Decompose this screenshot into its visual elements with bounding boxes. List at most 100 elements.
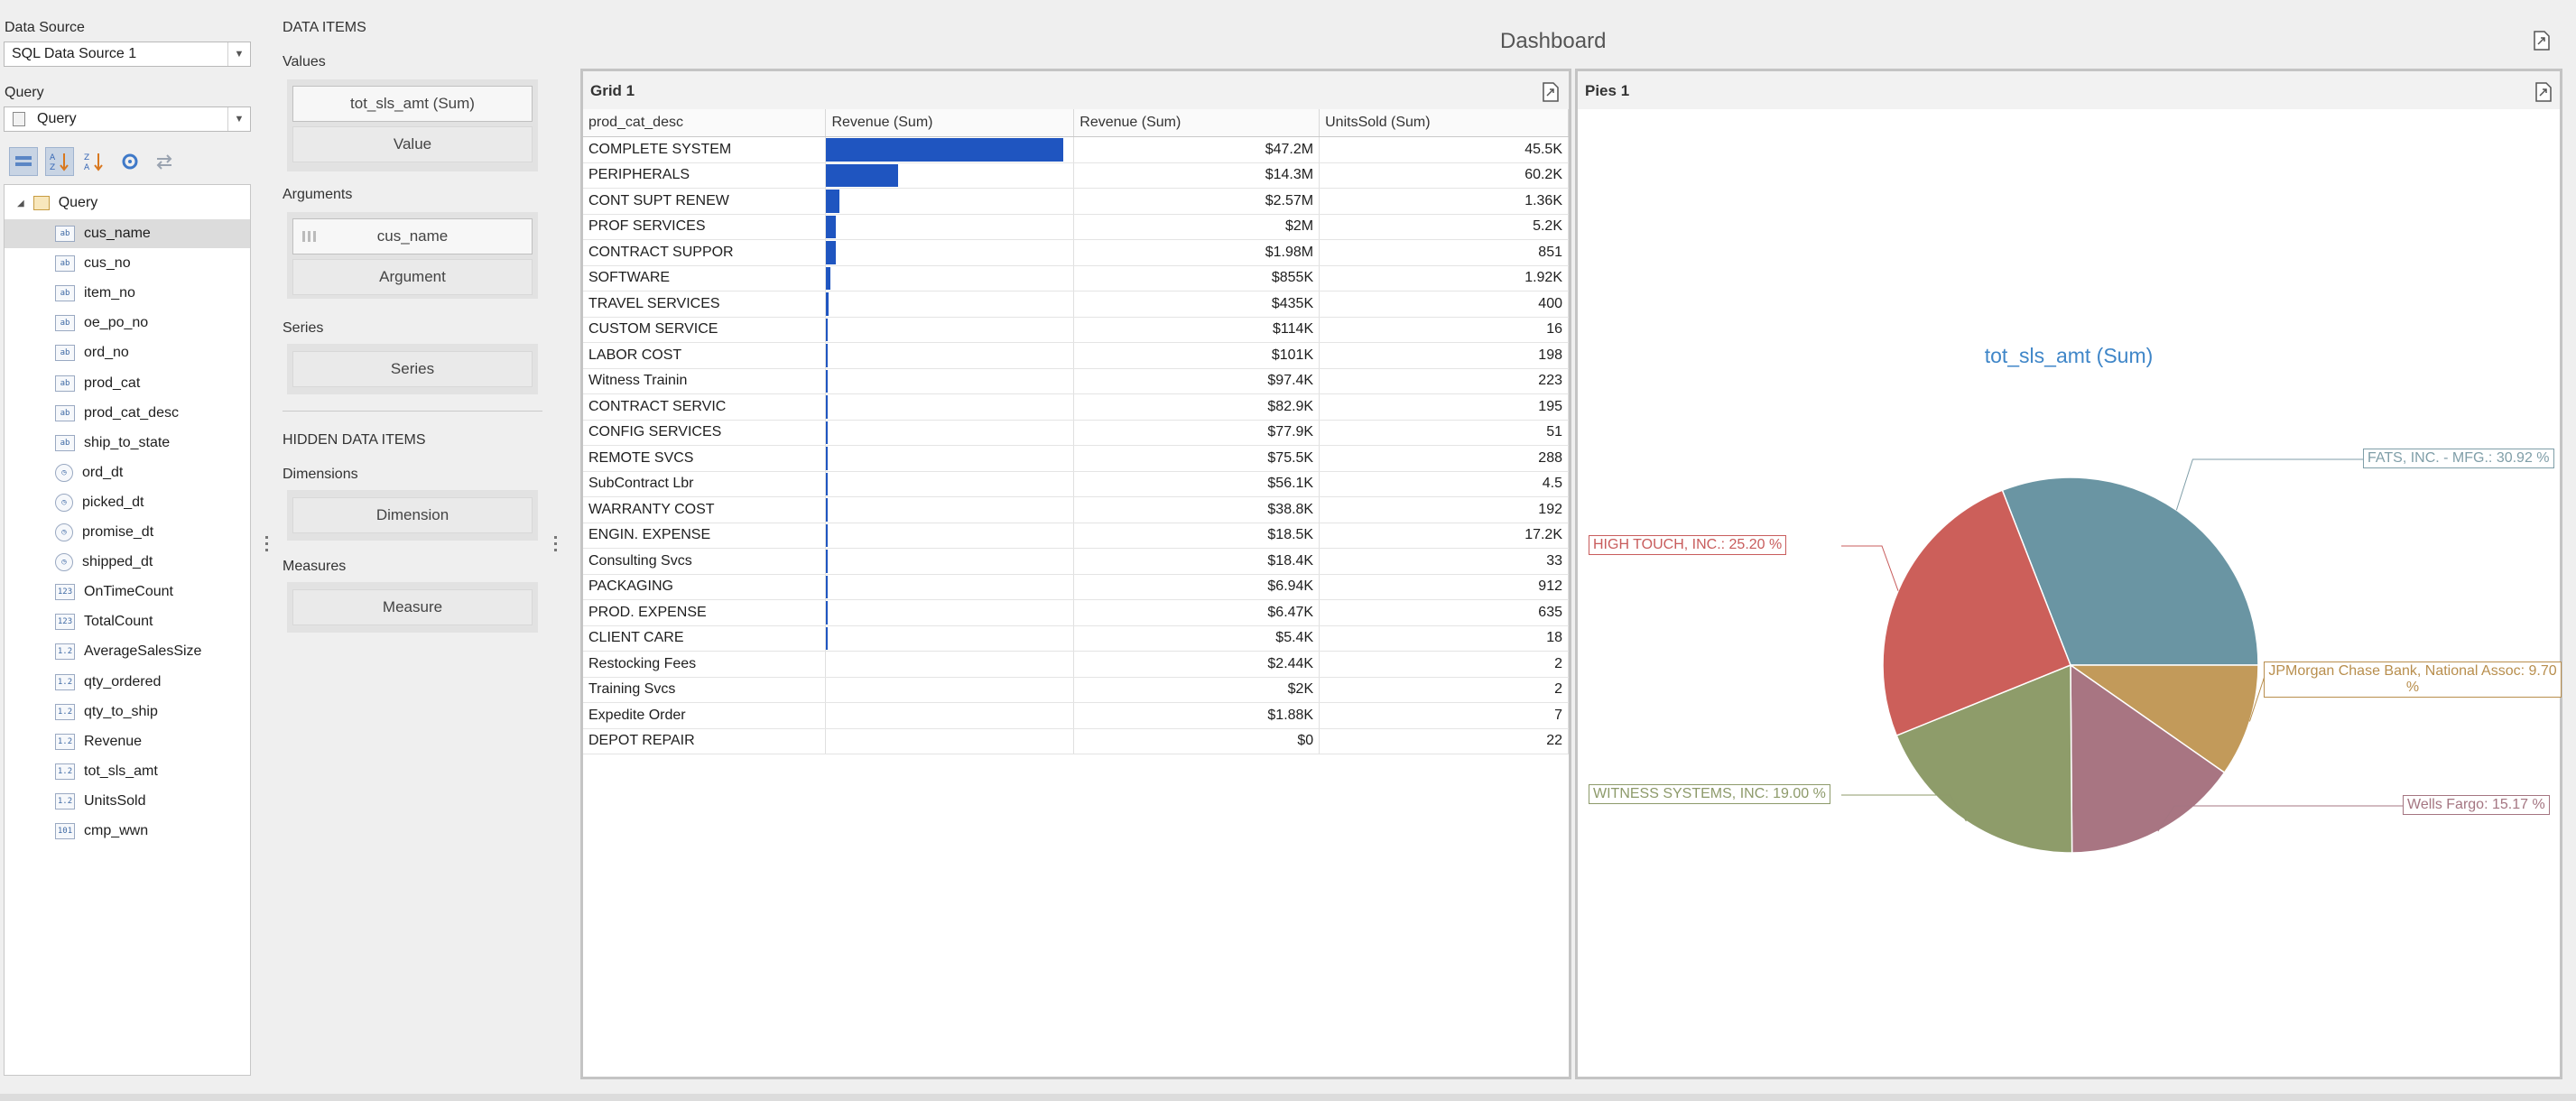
cell-prod-cat-desc: SubContract Lbr	[583, 471, 827, 497]
field-list-item[interactable]: ab cus_no	[5, 249, 250, 278]
dimension-placeholder-button[interactable]: Dimension	[292, 497, 533, 533]
field-list-item[interactable]: ab cus_name	[5, 219, 250, 248]
field-list-item[interactable]: 1.2 Revenue	[5, 727, 250, 756]
field-name: prod_cat_desc	[84, 404, 179, 421]
table-row[interactable]: CUSTOM SERVICE $114K 16	[583, 317, 1569, 343]
field-list-item[interactable]: ab prod_cat_desc	[5, 399, 250, 428]
group-by-type-button[interactable]	[9, 147, 38, 176]
table-row[interactable]: TRAVEL SERVICES $435K 400	[583, 291, 1569, 318]
column-header[interactable]: Revenue (Sum)	[1073, 109, 1320, 137]
table-row[interactable]: PROF SERVICES $2M 5.2K	[583, 214, 1569, 240]
table-row[interactable]: CONFIG SERVICES $77.9K 51	[583, 420, 1569, 446]
field-list-item[interactable]: 101 cmp_wwn	[5, 817, 250, 846]
field-list-item[interactable]: 1.2 tot_sls_amt	[5, 757, 250, 786]
field-list-item[interactable]: ◷ ord_dt	[5, 458, 250, 487]
pies-panel[interactable]: Pies 1 tot_sls_amt (Sum) FATS, INC. - MF…	[1575, 69, 2562, 1079]
table-row[interactable]: COMPLETE SYSTEM $47.2M 45.5K	[583, 136, 1569, 163]
export-icon[interactable]	[2533, 31, 2551, 51]
export-icon[interactable]	[2534, 82, 2553, 102]
sort-ascending-button[interactable]: AZ	[45, 147, 74, 176]
field-name: ord_dt	[82, 464, 124, 480]
field-list-item[interactable]: 1.2 qty_to_ship	[5, 698, 250, 726]
field-list-item[interactable]: ab prod_cat	[5, 369, 250, 398]
table-row[interactable]: WARRANTY COST $38.8K 192	[583, 496, 1569, 523]
splitter-grip-icon[interactable]	[554, 536, 557, 554]
cell-units-sold: 195	[1319, 393, 1569, 421]
column-header[interactable]: Revenue (Sum)	[825, 109, 1075, 137]
field-list-item[interactable]: 1.2 AverageSalesSize	[5, 637, 250, 666]
field-list-item[interactable]: ab ship_to_state	[5, 429, 250, 458]
query-combo[interactable]: Query ▼	[4, 106, 251, 132]
field-list-root[interactable]: ◢ Query	[17, 190, 97, 216]
revenue-bar	[826, 215, 837, 238]
field-list-item[interactable]: 1.2 UnitsSold	[5, 787, 250, 816]
measure-placeholder-button[interactable]: Measure	[292, 589, 533, 625]
field-list-item[interactable]: 123 OnTimeCount	[5, 578, 250, 606]
splitter-grip-icon[interactable]	[265, 536, 268, 554]
collapse-triangle-icon[interactable]: ◢	[17, 199, 24, 208]
data-source-combo[interactable]: SQL Data Source 1 ▼	[4, 42, 251, 67]
table-row[interactable]: DEPOT REPAIR $0 22	[583, 728, 1569, 754]
field-list-item[interactable]: ab oe_po_no	[5, 309, 250, 338]
numeric-field-icon: 1.2	[55, 703, 75, 720]
table-row[interactable]: REMOTE SVCS $75.5K 288	[583, 445, 1569, 472]
table-row[interactable]: SOFTWARE $855K 1.92K	[583, 265, 1569, 291]
cell-revenue: $0	[1073, 728, 1320, 754]
cell-revenue-bar	[825, 265, 1075, 291]
table-row[interactable]: LABOR COST $101K 198	[583, 342, 1569, 369]
table-row[interactable]: PERIPHERALS $14.3M 60.2K	[583, 162, 1569, 189]
argument-placeholder-button[interactable]: Argument	[292, 259, 533, 295]
cell-prod-cat-desc: CLIENT CARE	[583, 625, 827, 652]
date-field-icon: ◷	[55, 553, 73, 572]
column-header[interactable]: prod_cat_desc	[583, 109, 827, 137]
sort-descending-button[interactable]: ZA	[79, 147, 108, 176]
swap-button[interactable]	[150, 147, 179, 176]
table-row[interactable]: CLIENT CARE $5.4K 18	[583, 625, 1569, 652]
table-row[interactable]: ENGIN. EXPENSE $18.5K 17.2K	[583, 523, 1569, 549]
field-list[interactable]: ◢ Query ab cus_name ab cus_no ab item_no ab oe_…	[4, 184, 251, 1076]
field-list-item[interactable]: ◷ shipped_dt	[5, 548, 250, 577]
chevron-down-icon[interactable]: ▼	[227, 42, 250, 66]
table-row[interactable]: CONTRACT SERVIC $82.9K 195	[583, 393, 1569, 421]
data-grid[interactable]: prod_cat_desc Revenue (Sum) Revenue (Sum…	[583, 109, 1569, 754]
cell-prod-cat-desc: Expedite Order	[583, 702, 827, 729]
field-list-item[interactable]: ◷ promise_dt	[5, 518, 250, 547]
table-row[interactable]: CONT SUPT RENEW $2.57M 1.36K	[583, 188, 1569, 215]
drag-grip-icon[interactable]	[302, 231, 317, 242]
cell-units-sold: 635	[1319, 599, 1569, 626]
sort-a-z-icon: AZ	[50, 153, 69, 172]
values-item-button[interactable]: tot_sls_amt (Sum)	[292, 86, 533, 122]
table-row[interactable]: Training Svcs $2K 2	[583, 677, 1569, 703]
refresh-button[interactable]	[116, 147, 144, 176]
table-row[interactable]: Consulting Svcs $18.4K 33	[583, 548, 1569, 575]
table-row[interactable]: SubContract Lbr $56.1K 4.5	[583, 471, 1569, 497]
arguments-item-button[interactable]: cus_name	[292, 218, 533, 254]
cell-revenue-bar	[825, 317, 1075, 343]
pie-leader-line	[2175, 458, 2363, 511]
table-row[interactable]: Witness Trainin $97.4K 223	[583, 368, 1569, 394]
table-row[interactable]: PACKAGING $6.94K 912	[583, 574, 1569, 600]
series-placeholder-button[interactable]: Series	[292, 351, 533, 387]
table-row[interactable]: Restocking Fees $2.44K 2	[583, 651, 1569, 678]
table-row[interactable]: Expedite Order $1.88K 7	[583, 702, 1569, 729]
cell-units-sold: 18	[1319, 625, 1569, 652]
column-header[interactable]: UnitsSold (Sum)	[1319, 109, 1569, 137]
field-list-item[interactable]: ab item_no	[5, 279, 250, 308]
chevron-down-icon[interactable]: ▼	[227, 107, 250, 131]
grid-panel[interactable]: Grid 1 prod_cat_desc Revenue (Sum) Reven…	[580, 69, 1571, 1079]
cell-units-sold: 5.2K	[1319, 214, 1569, 240]
field-list-item[interactable]: ab ord_no	[5, 338, 250, 367]
cell-revenue: $114K	[1073, 317, 1320, 343]
field-list-item[interactable]: 1.2 qty_ordered	[5, 668, 250, 697]
pie-chart[interactable]	[1578, 109, 2560, 1075]
numeric-field-icon: 1.2	[55, 733, 75, 750]
field-list-item[interactable]: ◷ picked_dt	[5, 488, 250, 517]
cell-units-sold: 223	[1319, 368, 1569, 394]
value-placeholder-button[interactable]: Value	[292, 126, 533, 162]
field-list-item[interactable]: 123 TotalCount	[5, 607, 250, 636]
cell-revenue-bar	[825, 445, 1075, 472]
table-row[interactable]: CONTRACT SUPPOR $1.98M 851	[583, 239, 1569, 266]
export-icon[interactable]	[1542, 82, 1560, 102]
table-row[interactable]: PROD. EXPENSE $6.47K 635	[583, 599, 1569, 626]
string-field-icon: ab	[55, 434, 75, 451]
